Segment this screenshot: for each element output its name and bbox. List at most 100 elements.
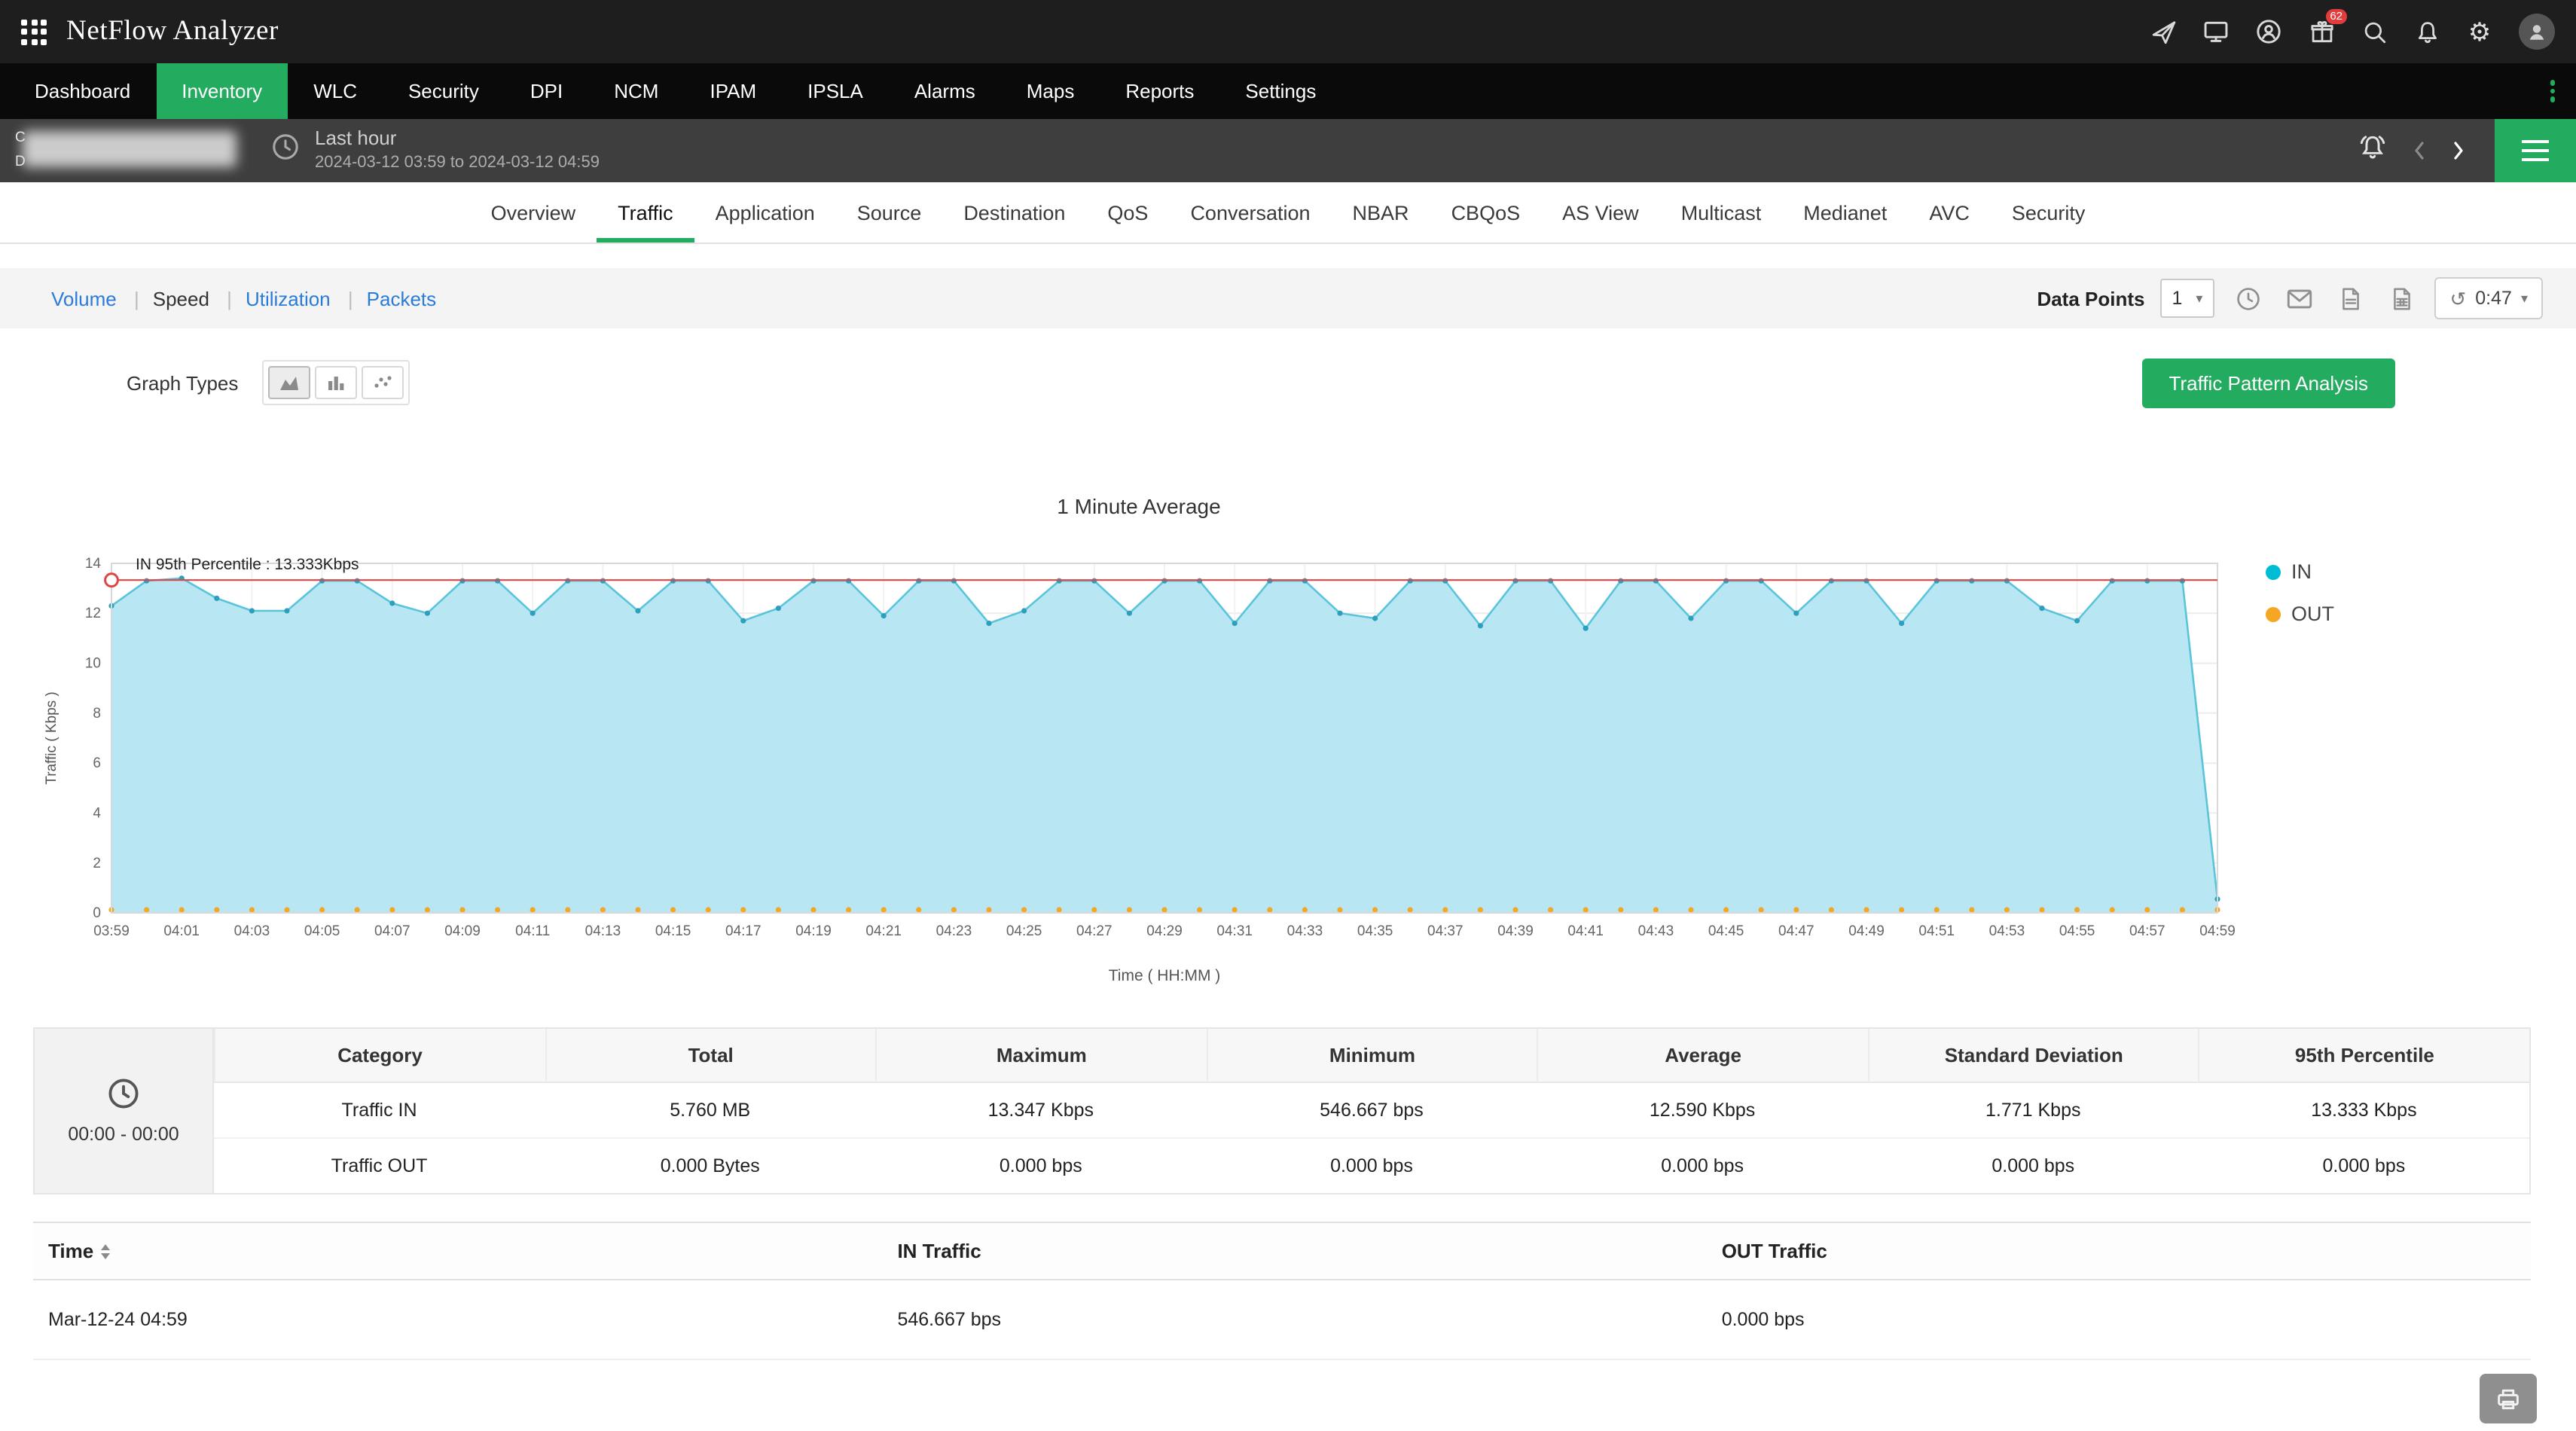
device-name-redacted: C D <box>12 124 256 178</box>
rocket-icon[interactable] <box>2150 18 2177 45</box>
user-avatar[interactable] <box>2519 14 2555 50</box>
search-icon[interactable] <box>2361 18 2388 45</box>
tab-item[interactable]: Security <box>1991 182 2107 243</box>
svg-text:04:05: 04:05 <box>304 923 340 939</box>
summary-header-cell[interactable]: Standard Deviation <box>1867 1029 2199 1083</box>
nav-overflow-button[interactable] <box>2529 63 2576 119</box>
nav-item[interactable]: WLC <box>288 63 383 119</box>
gift-icon[interactable]: 62 <box>2308 9 2347 45</box>
subnav-item[interactable]: Speed <box>135 287 231 310</box>
cell-total: 5.760 MB <box>545 1083 876 1139</box>
svg-text:04:33: 04:33 <box>1287 923 1323 939</box>
legend-item-in[interactable]: IN <box>2266 560 2334 583</box>
svg-text:0: 0 <box>93 905 101 921</box>
svg-text:04:19: 04:19 <box>795 923 832 939</box>
report-toolbar: Data Points 1 ▾ ↺ 0:47 ▾ <box>2037 277 2543 319</box>
nav-item[interactable]: IPAM <box>684 63 782 119</box>
svg-text:4: 4 <box>93 805 101 821</box>
nav-item[interactable]: IPSLA <box>782 63 889 119</box>
app-grid-icon[interactable] <box>21 19 47 44</box>
svg-text:04:21: 04:21 <box>865 923 902 939</box>
svg-text:04:45: 04:45 <box>1708 923 1744 939</box>
cell-category: Traffic IN <box>214 1083 545 1139</box>
detail-header-out[interactable]: OUT Traffic <box>1707 1223 2531 1279</box>
tab-item[interactable]: QoS <box>1086 182 1169 243</box>
nav-item[interactable]: Dashboard <box>9 63 156 119</box>
svg-text:04:35: 04:35 <box>1357 923 1393 939</box>
detail-header-in[interactable]: IN Traffic <box>882 1223 1706 1279</box>
tab-item[interactable]: Application <box>694 182 836 243</box>
nav-item[interactable]: Inventory <box>156 63 288 119</box>
area-chart-button[interactable] <box>268 366 311 399</box>
nav-item[interactable]: DPI <box>505 63 588 119</box>
traffic-area-chart: 0 2 4 6 8 10 12 14 03:59 04:01 04:03 04:05 04:07 04:0… <box>44 556 2236 984</box>
summary-header-cell[interactable]: Average <box>1537 1029 1868 1083</box>
device-header: C D Last hour 2024-03-12 03:59 to 2024-0… <box>0 119 2576 182</box>
time-period[interactable]: Last hour 2024-03-12 03:59 to 2024-03-12… <box>315 127 600 174</box>
subnav-item[interactable]: Volume <box>33 287 140 310</box>
pdf-export-icon[interactable] <box>2332 282 2368 315</box>
hamburger-menu-button[interactable] <box>2495 119 2576 182</box>
gear-icon[interactable]: ⚙ <box>2466 18 2493 45</box>
summary-row-out: Traffic OUT 0.000 Bytes 0.000 bps 0.000 … <box>214 1139 2529 1193</box>
nav-item[interactable]: Alarms <box>889 63 1001 119</box>
tab-item[interactable]: Overview <box>470 182 597 243</box>
traffic-pattern-analysis-button[interactable]: Traffic Pattern Analysis <box>2141 358 2395 407</box>
cell-maximum: 13.347 Kbps <box>875 1083 1207 1139</box>
tab-item[interactable]: NBAR <box>1332 182 1430 243</box>
tab-item[interactable]: Destination <box>942 182 1086 243</box>
bar-chart-button[interactable] <box>315 366 358 399</box>
data-points-select[interactable]: 1 ▾ <box>2159 279 2215 318</box>
tab-item[interactable]: Medianet <box>1782 182 1908 243</box>
netflow-analyzer-page: NetFlow Analyzer 62 ⚙ Dashboard Inventor… <box>0 0 2576 1431</box>
report-tabs: Overview Traffic Application Source Dest… <box>0 182 2576 244</box>
refresh-timer-button[interactable]: ↺ 0:47 ▾ <box>2434 277 2543 319</box>
email-icon[interactable] <box>2281 282 2317 315</box>
schedule-icon[interactable] <box>2230 282 2266 315</box>
summary-header-cell[interactable]: Maximum <box>875 1029 1207 1083</box>
svg-text:14: 14 <box>85 556 102 572</box>
detail-header-time[interactable]: Time <box>33 1223 882 1279</box>
alarm-settings-icon[interactable] <box>2356 132 2389 169</box>
summary-header-cell[interactable]: Total <box>545 1029 876 1083</box>
tab-item[interactable]: AVC <box>1908 182 1991 243</box>
refresh-icon: ↺ <box>2449 287 2467 310</box>
nav-item[interactable]: Maps <box>1001 63 1100 119</box>
chart-title: 1 Minute Average <box>1057 494 1221 518</box>
svg-text:04:15: 04:15 <box>655 923 691 939</box>
chevron-left-icon[interactable] <box>2410 139 2428 163</box>
tab-item[interactable]: Multicast <box>1660 182 1783 243</box>
chevron-right-icon[interactable] <box>2449 139 2468 163</box>
nav-item[interactable]: Reports <box>1100 63 1219 119</box>
floating-print-button[interactable] <box>2480 1374 2537 1423</box>
svg-text:04:23: 04:23 <box>936 923 972 939</box>
display-icon[interactable] <box>2202 18 2230 45</box>
nav-item[interactable]: Settings <box>1219 63 1341 119</box>
summary-header-cell[interactable]: 95th Percentile <box>2198 1029 2529 1083</box>
svg-text:04:11: 04:11 <box>515 923 550 939</box>
nav-item[interactable]: NCM <box>588 63 684 119</box>
main-nav: Dashboard Inventory WLC Security DPI NCM… <box>0 63 2576 119</box>
svg-text:04:13: 04:13 <box>585 923 621 939</box>
in-series-dot <box>2266 564 2281 579</box>
traffic-chart-block: 1 Minute Average 0 2 4 6 8 10 12 14 03:59 04:01 04… <box>0 494 2576 991</box>
support-icon[interactable] <box>2255 18 2282 45</box>
sort-icon[interactable] <box>101 1243 111 1259</box>
subnav-item[interactable]: Packets <box>349 287 455 310</box>
tab-item[interactable]: CBQoS <box>1430 182 1542 243</box>
svg-text:04:41: 04:41 <box>1567 923 1604 939</box>
legend-item-out[interactable]: OUT <box>2266 603 2334 625</box>
tab-item[interactable]: Source <box>836 182 943 243</box>
tab-item[interactable]: Conversation <box>1169 182 1331 243</box>
tab-item[interactable]: Traffic <box>597 182 694 243</box>
summary-header-cell[interactable]: Category <box>214 1029 545 1083</box>
summary-header-cell[interactable]: Minimum <box>1206 1029 1537 1083</box>
nav-item[interactable]: Security <box>383 63 505 119</box>
subnav-item[interactable]: Utilization <box>227 287 353 310</box>
svg-text:04:59: 04:59 <box>2199 923 2236 939</box>
traffic-summary-table: 00:00 - 00:00 Category Total Maximum Minimu… <box>33 1027 2531 1195</box>
bell-icon[interactable] <box>2413 18 2440 45</box>
scatter-chart-button[interactable] <box>362 366 404 399</box>
csv-export-icon[interactable] <box>2383 282 2419 315</box>
tab-item[interactable]: AS View <box>1541 182 1660 243</box>
